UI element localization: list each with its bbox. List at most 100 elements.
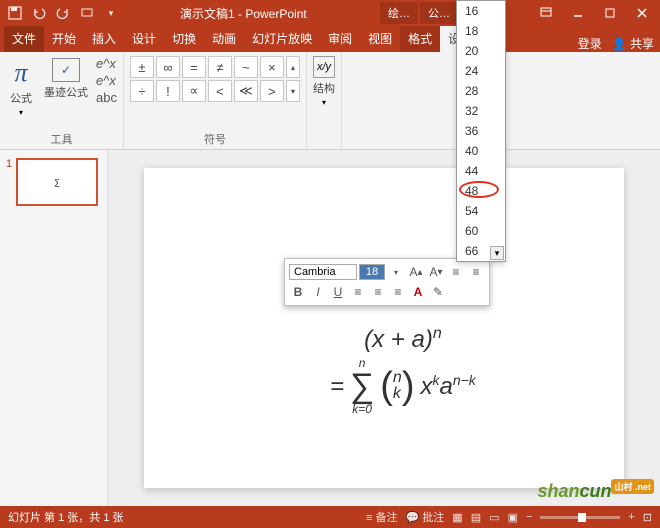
start-icon[interactable] xyxy=(78,4,96,22)
tab-format[interactable]: 格式 xyxy=(400,26,440,52)
app-title: 演示文稿1 - PowerPoint xyxy=(180,5,307,22)
text-option[interactable]: abc xyxy=(96,90,117,105)
font-family-selector[interactable]: Cambria xyxy=(289,264,357,280)
sym-more-up[interactable]: ▴ xyxy=(286,56,300,78)
size-option-highlighted[interactable]: 48 xyxy=(457,181,505,201)
sym-pm[interactable]: ± xyxy=(130,56,154,78)
sym-more-down[interactable]: ▾ xyxy=(286,80,300,102)
font-color-icon[interactable]: A xyxy=(409,283,427,301)
size-option[interactable]: 36 xyxy=(457,121,505,141)
ribbon-options-icon[interactable] xyxy=(532,3,560,23)
tab-insert[interactable]: 插入 xyxy=(84,26,124,52)
font-size-dropdown-icon[interactable]: ▾ xyxy=(387,263,405,281)
underline-icon[interactable]: U xyxy=(329,283,347,301)
eq-lhs: (x + a)n xyxy=(330,324,476,355)
bold-icon[interactable]: B xyxy=(289,283,307,301)
align-right-icon[interactable]: ≡ xyxy=(389,283,407,301)
linear-option[interactable]: e^x xyxy=(96,73,117,88)
comments-button[interactable]: 💬 批注 xyxy=(406,509,445,525)
zoom-out-icon[interactable]: − xyxy=(526,511,532,523)
reading-view-icon[interactable]: ▭ xyxy=(489,511,499,524)
sym-times[interactable]: × xyxy=(260,56,284,78)
ribbon: π 公式 ▾ ✓ 墨迹公式 e^x e^x abc 工具 ± ∞ = ≠ ~ xyxy=(0,52,660,150)
group-label-symbols: 符号 xyxy=(130,129,300,147)
sym-inf[interactable]: ∞ xyxy=(156,56,180,78)
tab-slideshow[interactable]: 幻灯片放映 xyxy=(244,26,320,52)
decrease-indent-icon[interactable]: ≡ xyxy=(447,263,465,281)
italic-icon[interactable]: I xyxy=(309,283,327,301)
notes-button[interactable]: ≡ 备注 xyxy=(366,509,397,525)
context-tab-draw[interactable]: 绘… xyxy=(380,2,418,24)
fit-window-icon[interactable]: ⊡ xyxy=(643,511,652,524)
align-center-icon[interactable]: ≡ xyxy=(369,283,387,301)
fraction-icon: x/y xyxy=(313,56,335,78)
ribbon-group-symbols: ± ∞ = ≠ ~ × ▴ ÷ ! ∝ < ≪ > ▾ 符号 xyxy=(124,52,307,149)
size-option[interactable]: 20 xyxy=(457,41,505,61)
sym-neq[interactable]: ≠ xyxy=(208,56,232,78)
slideshow-view-icon[interactable]: ▣ xyxy=(508,511,518,524)
size-option[interactable]: 40 xyxy=(457,141,505,161)
structure-button[interactable]: x/y 结构 ▾ xyxy=(313,56,335,107)
context-tab-equation[interactable]: 公… xyxy=(420,2,458,24)
shrink-font-icon[interactable]: A▾ xyxy=(427,263,445,281)
slide-canvas[interactable]: (x + a)n = n ∑ k=0 ( nk ) xkan−k xyxy=(144,168,624,488)
group-label-tools: 工具 xyxy=(6,129,117,147)
pro-option[interactable]: e^x xyxy=(96,56,117,71)
size-option[interactable]: 18 xyxy=(457,21,505,41)
zoom-slider[interactable] xyxy=(540,516,620,519)
font-size-selector[interactable]: 18 xyxy=(359,264,385,280)
tab-file[interactable]: 文件 xyxy=(4,26,44,52)
login-link[interactable]: 登录 xyxy=(578,35,602,52)
grow-font-icon[interactable]: A▴ xyxy=(407,263,425,281)
size-option[interactable]: 44 xyxy=(457,161,505,181)
tab-transition[interactable]: 切换 xyxy=(164,26,204,52)
sym-fact[interactable]: ! xyxy=(156,80,180,102)
sym-gt[interactable]: > xyxy=(260,80,284,102)
ink-equation-button[interactable]: ✓ 墨迹公式 xyxy=(40,56,92,102)
status-bar: 幻灯片 第 1 张，共 1 张 ≡ 备注 💬 批注 ▦ ▤ ▭ ▣ − + ⊡ xyxy=(0,506,660,528)
size-option[interactable]: 60 xyxy=(457,221,505,241)
sym-lt[interactable]: < xyxy=(208,80,232,102)
title-bar: ▾ 演示文稿1 - PowerPoint 绘… 公… xyxy=(0,0,660,26)
sym-eq[interactable]: = xyxy=(182,56,206,78)
save-icon[interactable] xyxy=(6,4,24,22)
qat-more-icon[interactable]: ▾ xyxy=(102,4,120,22)
slide-thumbnail-panel: 1 ∑ xyxy=(0,150,108,506)
tab-home[interactable]: 开始 xyxy=(44,26,84,52)
undo-icon[interactable] xyxy=(30,4,48,22)
zoom-in-icon[interactable]: + xyxy=(628,511,634,523)
share-button[interactable]: 👤 共享 xyxy=(612,35,654,52)
context-tab-group: 绘… 公… xyxy=(380,2,458,24)
minimize-icon[interactable] xyxy=(564,3,592,23)
sym-tilde[interactable]: ~ xyxy=(234,56,258,78)
sym-div[interactable]: ÷ xyxy=(130,80,154,102)
redo-icon[interactable] xyxy=(54,4,72,22)
align-left-icon[interactable]: ≡ xyxy=(349,283,367,301)
sym-ll[interactable]: ≪ xyxy=(234,80,258,102)
equation-object[interactable]: (x + a)n = n ∑ k=0 ( nk ) xkan−k xyxy=(330,324,476,415)
quick-access-toolbar: ▾ xyxy=(0,4,126,22)
tab-review[interactable]: 审阅 xyxy=(320,26,360,52)
ribbon-group-tools: π 公式 ▾ ✓ 墨迹公式 e^x e^x abc 工具 xyxy=(0,52,124,149)
tab-animation[interactable]: 动画 xyxy=(204,26,244,52)
dropdown-scroll-icon[interactable]: ▾ xyxy=(490,246,504,260)
tab-view[interactable]: 视图 xyxy=(360,26,400,52)
format-painter-icon[interactable]: ✎ xyxy=(429,283,447,301)
close-icon[interactable] xyxy=(628,3,656,23)
size-option[interactable]: 24 xyxy=(457,61,505,81)
size-option[interactable]: 32 xyxy=(457,101,505,121)
increase-indent-icon[interactable]: ≡ xyxy=(467,263,485,281)
eq-rhs: = n ∑ k=0 ( nk ) xkan−k xyxy=(330,357,476,415)
sorter-view-icon[interactable]: ▤ xyxy=(471,511,481,524)
size-option[interactable]: 16 xyxy=(457,1,505,21)
size-option[interactable]: 54 xyxy=(457,201,505,221)
sym-prop[interactable]: ∝ xyxy=(182,80,206,102)
tab-design[interactable]: 设计 xyxy=(124,26,164,52)
normal-view-icon[interactable]: ▦ xyxy=(452,511,462,524)
highlight-ring xyxy=(459,181,499,198)
slide-thumbnail[interactable]: 1 ∑ xyxy=(6,158,101,206)
mini-toolbar: Cambria 18 ▾ A▴ A▾ ≡ ≡ B I U ≡ ≡ ≡ A ✎ xyxy=(284,258,490,306)
equation-button[interactable]: π 公式 ▾ xyxy=(6,56,36,119)
size-option[interactable]: 28 xyxy=(457,81,505,101)
maximize-icon[interactable] xyxy=(596,3,624,23)
